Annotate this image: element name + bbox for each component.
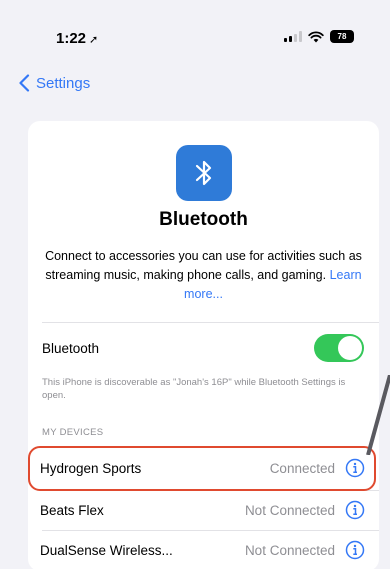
status-time-text: 1:22 [56, 30, 87, 47]
bluetooth-icon [176, 145, 232, 201]
location-arrow-icon: ➚ [89, 34, 99, 46]
info-icon[interactable] [345, 540, 365, 560]
battery-icon: 78 [330, 30, 354, 43]
device-status: Connected [269, 460, 335, 476]
device-status: Not Connected [244, 502, 335, 518]
pointer-annotation [366, 375, 390, 455]
bluetooth-description: Connect to accessories you can use for a… [34, 247, 373, 304]
device-row-beats-flex[interactable]: Beats Flex Not Connected [28, 490, 379, 530]
divider [42, 322, 379, 323]
device-name: Hydrogen Sports [40, 460, 142, 476]
wifi-icon [308, 30, 324, 42]
page-title: Bluetooth [159, 209, 248, 230]
toggle-knob [338, 336, 362, 360]
device-row-dualsense-wireless[interactable]: DualSense Wireless... Not Connected [28, 530, 379, 569]
info-icon[interactable] [345, 500, 365, 520]
my-devices-header: MY DEVICES [42, 427, 104, 438]
back-to-settings-button[interactable]: Settings [18, 74, 90, 92]
chevron-left-icon [19, 74, 30, 92]
device-status: Not Connected [244, 542, 335, 558]
device-name: Beats Flex [40, 502, 104, 518]
device-row-hydrogen-sports[interactable]: Hydrogen Sports Connected [28, 448, 379, 488]
status-time: 1:22 ➚ [56, 30, 98, 47]
back-label: Settings [36, 74, 91, 92]
status-icons: 78 [284, 30, 354, 43]
device-name: DualSense Wireless... [40, 542, 173, 558]
discoverable-footnote: This iPhone is discoverable as "Jonah's … [42, 377, 346, 401]
status-bar: 1:22 ➚ 78 [0, 0, 390, 60]
bluetooth-toggle[interactable] [314, 334, 364, 362]
description-text: Connect to accessories you can use for a… [45, 249, 362, 282]
bluetooth-toggle-label: Bluetooth [42, 340, 100, 356]
info-icon[interactable] [345, 458, 365, 478]
cellular-signal-icon [284, 31, 302, 42]
